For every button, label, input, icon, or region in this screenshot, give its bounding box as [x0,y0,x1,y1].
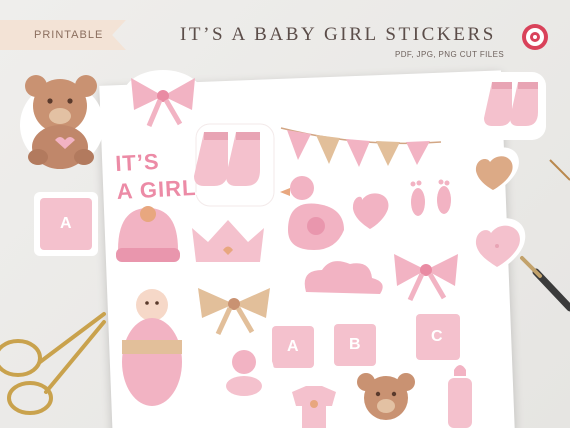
bottle-icon [440,365,480,428]
crown-icon [190,218,266,270]
bunting-icon [280,127,442,167]
footprints-icon [402,170,460,240]
heart-icon [467,218,526,272]
brush-pen-icon [520,159,570,312]
its-text: IT’S [114,148,161,177]
baby-hat-icon [111,206,183,274]
bow-icon [123,70,203,127]
scissors-icon [0,312,106,415]
bow-icon [190,278,278,338]
block-letter: A [60,215,72,232]
sticker-scene [0,70,570,428]
block-letter: C [431,328,443,345]
socks-icon [484,72,546,140]
cloud-icon [299,256,392,298]
swaddled-baby-icon [114,282,190,410]
heart-icon [347,186,393,234]
onesie-icon [282,382,346,428]
block-letter: B [349,336,361,353]
a-girl-text: A GIRL [116,174,198,205]
block-letter: A [287,338,299,355]
duck-icon [280,176,350,252]
teddy-bear-icon [352,368,420,428]
its-a-girl-sticker: IT’S A GIRL [115,146,198,206]
teddy-bear-icon [20,75,104,169]
pacifier-icon [214,342,274,402]
socks-icon [194,123,275,207]
heart-icon [467,147,519,194]
bow-icon [386,244,466,302]
